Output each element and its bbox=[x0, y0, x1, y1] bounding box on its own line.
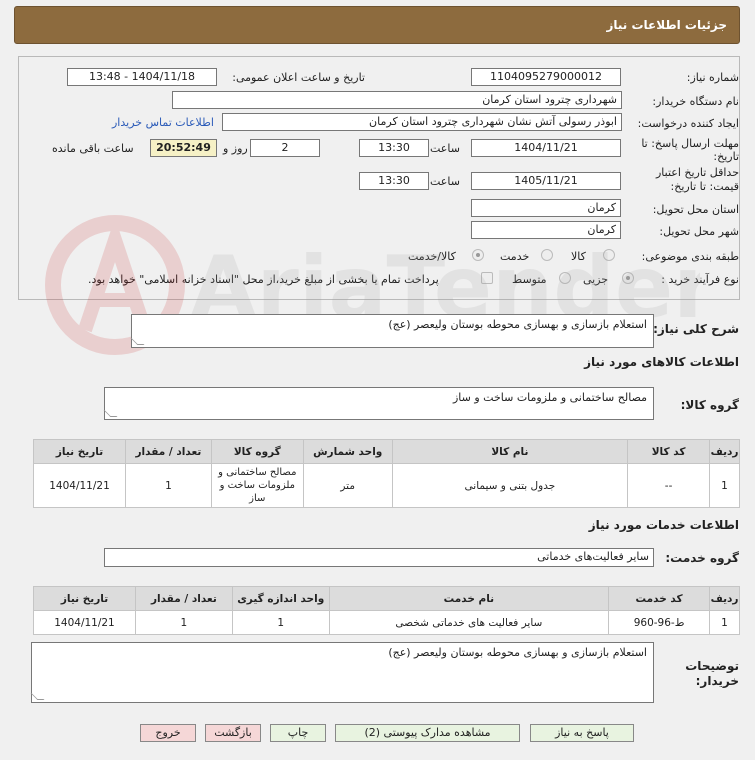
col-service-name: نام خدمت bbox=[328, 586, 610, 611]
back-button[interactable]: بازگشت bbox=[205, 724, 261, 742]
remaining-label: ساعت باقی مانده bbox=[52, 142, 134, 155]
creator-field: ابوذر رسولی آتش نشان شهرداری چترود استان… bbox=[222, 113, 622, 131]
category-radio-goods[interactable] bbox=[603, 249, 615, 261]
col-row: ردیف bbox=[709, 586, 740, 611]
cell-row: 1 bbox=[709, 463, 740, 508]
col-unit: واحد شمارش bbox=[302, 439, 393, 464]
purchase-option-medium: متوسط bbox=[512, 273, 547, 286]
cell-service-code: ط-96-960 bbox=[608, 610, 711, 635]
province-label: استان محل تحویل: bbox=[652, 203, 739, 216]
category-option-goods: کالا bbox=[571, 250, 586, 263]
category-option-goods-service: کالا/خدمت bbox=[408, 250, 456, 263]
purchase-option-minor: جزیی bbox=[583, 273, 609, 286]
deadline-label: مهلت ارسال پاسخ: تا bbox=[641, 137, 739, 150]
services-group-label: گروه خدمت: bbox=[665, 551, 739, 565]
cell-goods-code: -- bbox=[627, 463, 711, 508]
category-radio-service[interactable] bbox=[541, 249, 553, 261]
reply-button[interactable]: پاسخ به نیاز bbox=[530, 724, 634, 742]
treasury-payment-checkbox[interactable] bbox=[481, 272, 493, 284]
announce-field: 1404/11/18 - 13:48 bbox=[67, 68, 217, 86]
buyer-notes-label-2: خریدار: bbox=[695, 674, 739, 688]
validity-label: حداقل تاریخ اعتبار bbox=[655, 166, 739, 179]
goods-table: ردیف کد کالا نام کالا واحد شمارش گروه کا… bbox=[33, 439, 740, 508]
buyer-label: نام دستگاه خریدار: bbox=[652, 95, 739, 108]
category-option-service: خدمت bbox=[500, 250, 530, 263]
cell-measure-unit: 1 bbox=[231, 610, 330, 635]
services-table: ردیف کد خدمت نام خدمت واحد اندازه گیری ت… bbox=[33, 586, 740, 635]
table-row: 1 -- جدول بتنی و سیمانی متر مصالح ساختما… bbox=[33, 463, 740, 508]
buyer-notes-text: استعلام بازسازی و بهسازی محوطه بوستان ول… bbox=[388, 646, 647, 659]
deadline-time-label: ساعت bbox=[430, 142, 460, 155]
need-number-field: 1104095279000012 bbox=[471, 68, 621, 86]
page-title: جزئیات اطلاعات نیاز bbox=[606, 18, 727, 32]
goods-section-title: اطلاعات کالاهای مورد نیاز bbox=[584, 355, 739, 369]
days-field: 2 bbox=[250, 139, 320, 157]
cell-quantity: 1 bbox=[134, 610, 233, 635]
goods-group-field: مصالح ساختمانی و ملزومات ساخت و ساز bbox=[103, 387, 654, 420]
cell-service-name: سایر فعالیت های خدماتی شخصی bbox=[328, 610, 610, 635]
treasury-payment-note: پرداخت تمام یا بخشی از مبلغ خرید،از محل … bbox=[88, 273, 439, 286]
validity-label-date: قیمت: تا تاریخ: bbox=[670, 180, 739, 193]
col-measure-unit: واحد اندازه گیری bbox=[231, 586, 330, 611]
remaining-time-field: 20:52:49 bbox=[150, 139, 217, 157]
services-group-field: سایر فعالیت‌های خدماتی bbox=[104, 548, 654, 567]
validity-date-field: 1405/11/21 bbox=[471, 172, 621, 190]
buyer-field: شهرداری چترود استان کرمان bbox=[172, 91, 622, 109]
table-row: 1 ط-96-960 سایر فعالیت های خدماتی شخصی 1… bbox=[33, 610, 740, 635]
description-textarea: استعلام بازسازی و بهسازی محوطه بوستان ول… bbox=[130, 314, 654, 348]
cell-unit: متر bbox=[302, 463, 393, 508]
col-row: ردیف bbox=[709, 439, 740, 464]
col-goods-group: گروه کالا bbox=[210, 439, 304, 464]
need-number-label: شماره نیاز: bbox=[686, 71, 739, 84]
col-quantity: تعداد / مقدار bbox=[134, 586, 233, 611]
city-field: کرمان bbox=[471, 221, 621, 239]
buyer-notes-label: توضیحات bbox=[685, 659, 739, 673]
buyer-notes-textarea: استعلام بازسازی و بهسازی محوطه بوستان ول… bbox=[30, 642, 654, 703]
goods-group-label: گروه کالا: bbox=[680, 398, 739, 412]
validity-time-field: 13:30 bbox=[359, 172, 429, 190]
view-attachments-button[interactable]: مشاهده مدارک پیوستی (2) bbox=[335, 724, 520, 742]
services-table-header: ردیف کد خدمت نام خدمت واحد اندازه گیری ت… bbox=[33, 586, 740, 611]
deadline-date-field: 1404/11/21 bbox=[471, 139, 621, 157]
goods-table-header: ردیف کد کالا نام کالا واحد شمارش گروه کا… bbox=[33, 439, 740, 464]
resize-grip-icon[interactable] bbox=[103, 410, 118, 417]
category-radio-goods-service[interactable] bbox=[472, 249, 484, 261]
purchase-radio-medium[interactable] bbox=[559, 272, 571, 284]
resize-grip-icon[interactable] bbox=[30, 693, 45, 700]
province-field: کرمان bbox=[471, 199, 621, 217]
validity-time-label: ساعت bbox=[430, 175, 460, 188]
col-service-code: کد خدمت bbox=[608, 586, 711, 611]
announce-label: تاریخ و ساعت اعلان عمومی: bbox=[232, 71, 365, 84]
cell-row: 1 bbox=[709, 610, 740, 635]
exit-button[interactable]: خروج bbox=[140, 724, 196, 742]
col-goods-code: کد کالا bbox=[627, 439, 711, 464]
category-label: طبقه بندی موضوعی: bbox=[641, 250, 739, 263]
cell-goods-group: مصالح ساختمانی و ملزومات ساخت و ساز bbox=[210, 463, 304, 508]
services-section-title: اطلاعات خدمات مورد نیاز bbox=[588, 518, 739, 532]
col-quantity: تعداد / مقدار bbox=[125, 439, 212, 464]
col-need-date: تاریخ نیاز bbox=[33, 586, 136, 611]
description-label: شرح کلی نیاز: bbox=[653, 322, 739, 336]
purchase-type-label: نوع فرآیند خرید : bbox=[661, 273, 739, 286]
col-need-date: تاریخ نیاز bbox=[33, 439, 126, 464]
description-text: استعلام بازسازی و بهسازی محوطه بوستان ول… bbox=[388, 318, 647, 331]
print-button[interactable]: چاپ bbox=[270, 724, 326, 742]
creator-label: ایجاد کننده درخواست: bbox=[637, 117, 739, 130]
cell-need-date: 1404/11/21 bbox=[33, 610, 136, 635]
days-label: روز و bbox=[223, 142, 248, 155]
purchase-radio-minor[interactable] bbox=[622, 272, 634, 284]
goods-group-text: مصالح ساختمانی و ملزومات ساخت و ساز bbox=[452, 391, 647, 404]
resize-grip-icon[interactable] bbox=[130, 338, 145, 345]
page-header: جزئیات اطلاعات نیاز bbox=[14, 6, 740, 44]
cell-quantity: 1 bbox=[125, 463, 212, 508]
col-goods-name: نام کالا bbox=[391, 439, 629, 464]
city-label: شهر محل تحویل: bbox=[659, 225, 739, 238]
cell-goods-name: جدول بتنی و سیمانی bbox=[391, 463, 629, 508]
deadline-label-date: تاریخ: bbox=[713, 150, 739, 163]
deadline-time-field: 13:30 bbox=[359, 139, 429, 157]
contact-buyer-link[interactable]: اطلاعات تماس خریدار bbox=[112, 116, 214, 129]
cell-need-date: 1404/11/21 bbox=[33, 463, 126, 508]
